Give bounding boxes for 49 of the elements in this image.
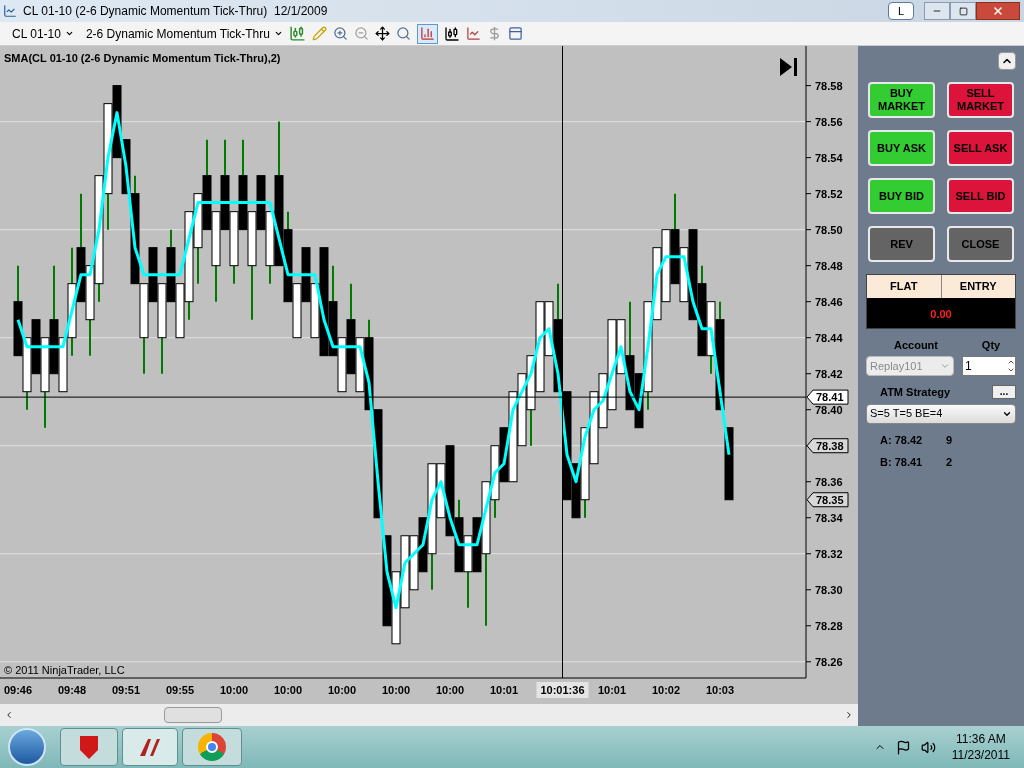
indicator-label: SMA(CL 01-10 (2-6 Dynamic Momentum Tick-Thru),2) bbox=[4, 52, 281, 64]
position-header: FLAT bbox=[889, 279, 919, 294]
time-axis-label: 10:00 bbox=[219, 684, 249, 696]
price-axis-label: 78.58 bbox=[815, 79, 843, 92]
time-axis-label: 09:51 bbox=[111, 684, 141, 696]
time-axis-label: 10:00 bbox=[435, 684, 465, 696]
price-axis-label: 78.36 bbox=[815, 475, 843, 488]
quote-size: 9 bbox=[946, 432, 953, 448]
quote-price: B: 78.41 bbox=[879, 455, 924, 470]
y-tick-label: 78.38 bbox=[816, 439, 844, 452]
price-axis-label: 78.32 bbox=[815, 547, 843, 560]
price-axis-label: 78.26 bbox=[815, 655, 843, 668]
price-axis-label: 78.46 bbox=[815, 295, 843, 308]
price-axis-label: 78.54 bbox=[815, 151, 843, 164]
crosshair-time-label: 10:01:36 bbox=[536, 682, 589, 698]
time-axis-label: 10:00 bbox=[381, 684, 411, 696]
price-marker: 78.38 bbox=[806, 438, 849, 454]
price-axis-label: 78.40 bbox=[815, 403, 843, 416]
price-axis-label: 78.56 bbox=[815, 115, 843, 128]
position-header: ENTRY bbox=[940, 275, 1015, 298]
price-axis-label: 78.30 bbox=[815, 583, 843, 596]
time-axis-label: 10:02 bbox=[651, 684, 681, 696]
price-axis-label: 78.52 bbox=[815, 187, 843, 200]
time-axis-label: 10:00 bbox=[327, 684, 357, 696]
price-marker: 78.35 bbox=[806, 492, 849, 508]
time-axis-label: 10:01 bbox=[597, 684, 627, 696]
qty-label: Qty bbox=[980, 337, 1002, 353]
time-axis-label: 10:00 bbox=[273, 684, 303, 696]
price-axis-label: 78.28 bbox=[815, 619, 843, 632]
copyright-text: © 2011 NinjaTrader, LLC bbox=[4, 664, 125, 676]
clock-time: 11:36 AM bbox=[955, 731, 1006, 747]
account-label: Account bbox=[893, 337, 939, 353]
price-axis-label: 78.34 bbox=[815, 511, 843, 524]
pnl-value: 0.00 bbox=[930, 307, 952, 320]
price-axis-label: 78.42 bbox=[815, 367, 843, 380]
quote-size: 2 bbox=[946, 455, 953, 470]
price-axis-label: 78.50 bbox=[815, 223, 843, 236]
clock-date: 11/23/2011 bbox=[951, 747, 1010, 763]
time-axis-label: 10:03 bbox=[705, 684, 735, 696]
atm-strategy-label: ATM Strategy bbox=[879, 385, 951, 400]
quote-price: A: 78.42 bbox=[879, 432, 924, 448]
window-title: CL 01-10 (2-6 Dynamic Momentum Tick-Thru) 12/1/2009 bbox=[23, 3, 328, 20]
price-marker: 78.41 bbox=[806, 389, 849, 405]
time-axis-label: 10:01 bbox=[489, 684, 519, 696]
time-axis-label: 09:48 bbox=[57, 684, 87, 696]
time-axis-label: 09:46 bbox=[3, 684, 33, 696]
price-axis-label: 78.48 bbox=[815, 259, 843, 272]
time-axis-label: 09:55 bbox=[165, 684, 195, 696]
price-axis-label: 78.44 bbox=[815, 331, 843, 344]
